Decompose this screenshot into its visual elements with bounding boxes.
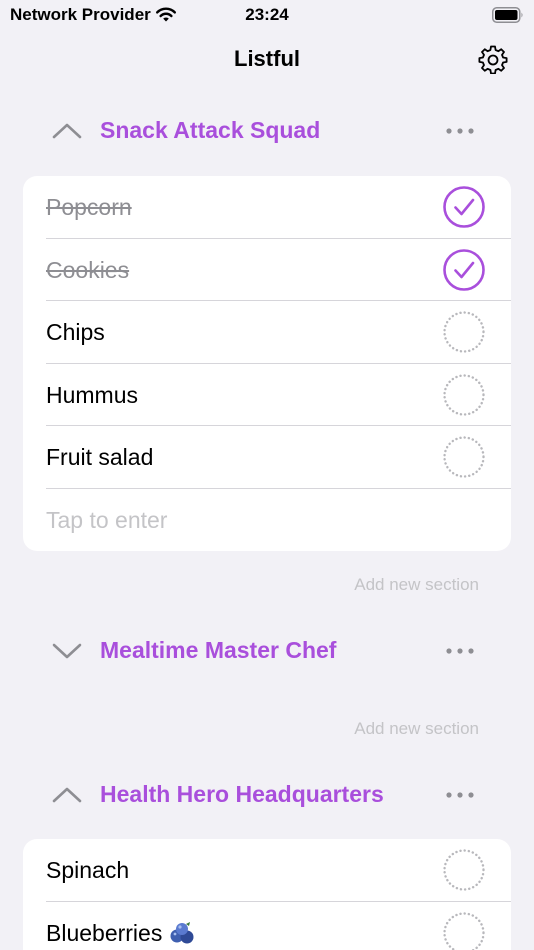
- item-label: Popcorn: [46, 194, 132, 220]
- section-header: Mealtime Master Chef: [0, 631, 534, 671]
- item-label: Chips: [46, 319, 105, 345]
- list-item[interactable]: Spinach: [23, 839, 511, 902]
- chevron-down-icon: [52, 643, 82, 659]
- list-item[interactable]: Fruit salad: [23, 426, 511, 489]
- expand-section-button[interactable]: [50, 637, 84, 665]
- add-new-section-button[interactable]: Add new section: [354, 575, 479, 595]
- item-label: Hummus: [46, 381, 139, 408]
- clock: 23:24: [245, 5, 289, 24]
- chevron-up-icon: [52, 123, 82, 139]
- checked-circle-icon[interactable]: [443, 248, 485, 291]
- app-screen: Network Provider 23:24 Listful Snack Att…: [0, 0, 534, 950]
- list-item[interactable]: Hummus: [23, 364, 511, 427]
- section-more-button[interactable]: [444, 639, 476, 663]
- ellipsis-icon: [446, 792, 474, 798]
- status-bar: Network Provider 23:24: [0, 0, 534, 32]
- checked-circle-icon[interactable]: [443, 186, 485, 228]
- section-more-button[interactable]: [444, 119, 476, 143]
- new-item-input[interactable]: Tap to enter: [23, 489, 511, 552]
- new-item-placeholder: Tap to enter: [46, 506, 168, 533]
- gear-icon: [478, 45, 508, 74]
- list-item[interactable]: Popcorn: [23, 176, 511, 239]
- page-title: Listful: [234, 46, 300, 71]
- unchecked-circle-icon[interactable]: [443, 911, 485, 950]
- ellipsis-icon: [446, 128, 474, 134]
- section-list-card: Spinach Blueberries: [23, 839, 511, 950]
- battery-icon: [492, 7, 523, 23]
- list-item[interactable]: Cookies: [23, 239, 511, 302]
- item-label-wrapper: Blueberries: [46, 920, 196, 947]
- item-label: Fruit salad: [46, 444, 154, 470]
- collapse-section-button[interactable]: [50, 781, 84, 809]
- item-label: Blueberries: [46, 919, 163, 946]
- unchecked-circle-icon[interactable]: [443, 311, 485, 353]
- add-new-section-button[interactable]: Add new section: [354, 719, 479, 739]
- section-more-button[interactable]: [444, 783, 476, 807]
- section-title[interactable]: Mealtime Master Chef: [100, 637, 336, 664]
- collapse-section-button[interactable]: [50, 117, 84, 145]
- section-header: Health Hero Headquarters: [0, 775, 534, 815]
- section-title[interactable]: Snack Attack Squad: [100, 117, 320, 144]
- section-title[interactable]: Health Hero Headquarters: [100, 781, 384, 808]
- chevron-up-icon: [52, 787, 82, 803]
- ellipsis-icon: [446, 648, 474, 654]
- item-label: Cookies: [46, 256, 130, 283]
- unchecked-circle-icon[interactable]: [443, 849, 485, 891]
- unchecked-circle-icon[interactable]: [443, 373, 485, 416]
- section-header: Snack Attack Squad: [0, 111, 534, 151]
- list-item[interactable]: Chips: [23, 301, 511, 364]
- unchecked-circle-icon[interactable]: [443, 436, 485, 478]
- settings-button[interactable]: [478, 44, 508, 74]
- item-label: Spinach: [46, 857, 130, 883]
- blueberries-icon: [170, 921, 194, 943]
- list-item[interactable]: Blueberries: [23, 902, 511, 950]
- section-list-card: Popcorn Cookies Chips Hummus Fruit salad…: [23, 176, 511, 551]
